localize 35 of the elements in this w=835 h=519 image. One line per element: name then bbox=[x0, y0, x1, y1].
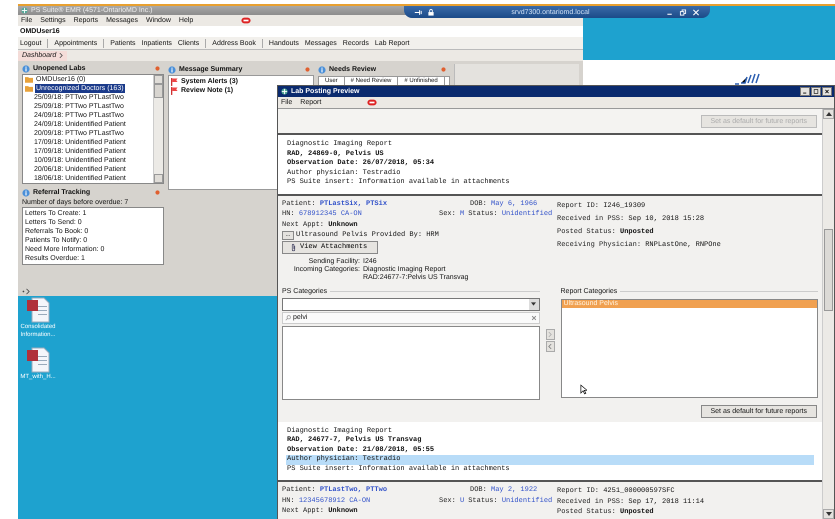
cursor-icon bbox=[580, 384, 586, 394]
lock-icon[interactable] bbox=[427, 8, 435, 16]
close-icon bbox=[824, 89, 830, 94]
app-icon bbox=[281, 88, 288, 95]
scrollbar-thumb[interactable] bbox=[824, 229, 833, 311]
app-icon bbox=[21, 7, 28, 14]
pin-icon[interactable] bbox=[414, 8, 422, 16]
chevron-icon bbox=[59, 52, 64, 59]
up-arrow-icon bbox=[826, 112, 832, 116]
clear-icon[interactable] bbox=[530, 314, 536, 320]
down-arrow-icon bbox=[826, 512, 832, 516]
info-icon bbox=[318, 66, 326, 74]
category-dropdown[interactable] bbox=[282, 298, 540, 310]
scrollbar[interactable] bbox=[822, 109, 834, 519]
expand-arrow-icon[interactable] bbox=[22, 288, 31, 295]
info-icon bbox=[22, 188, 30, 197]
badge-icon[interactable] bbox=[367, 99, 378, 106]
close-dot-icon[interactable] bbox=[155, 190, 160, 196]
restore-icon[interactable] bbox=[679, 8, 687, 16]
remove-button[interactable] bbox=[546, 340, 554, 352]
close-button[interactable] bbox=[822, 87, 832, 96]
close-dot-icon[interactable] bbox=[155, 66, 160, 72]
badge-icon[interactable] bbox=[241, 17, 252, 24]
maximize-button[interactable] bbox=[811, 87, 821, 96]
database-file-icon[interactable] bbox=[26, 347, 50, 373]
database-file-icon[interactable] bbox=[26, 297, 50, 323]
minimize-button[interactable] bbox=[800, 87, 810, 96]
close-dot-icon[interactable] bbox=[305, 67, 310, 72]
scrollbar[interactable] bbox=[153, 74, 163, 183]
close-icon[interactable] bbox=[692, 8, 700, 16]
caret-icon bbox=[531, 302, 536, 306]
paperclip-icon bbox=[291, 242, 296, 252]
maximize-icon bbox=[813, 89, 819, 94]
search-icon bbox=[285, 314, 291, 320]
close-dot-icon[interactable] bbox=[441, 67, 446, 72]
